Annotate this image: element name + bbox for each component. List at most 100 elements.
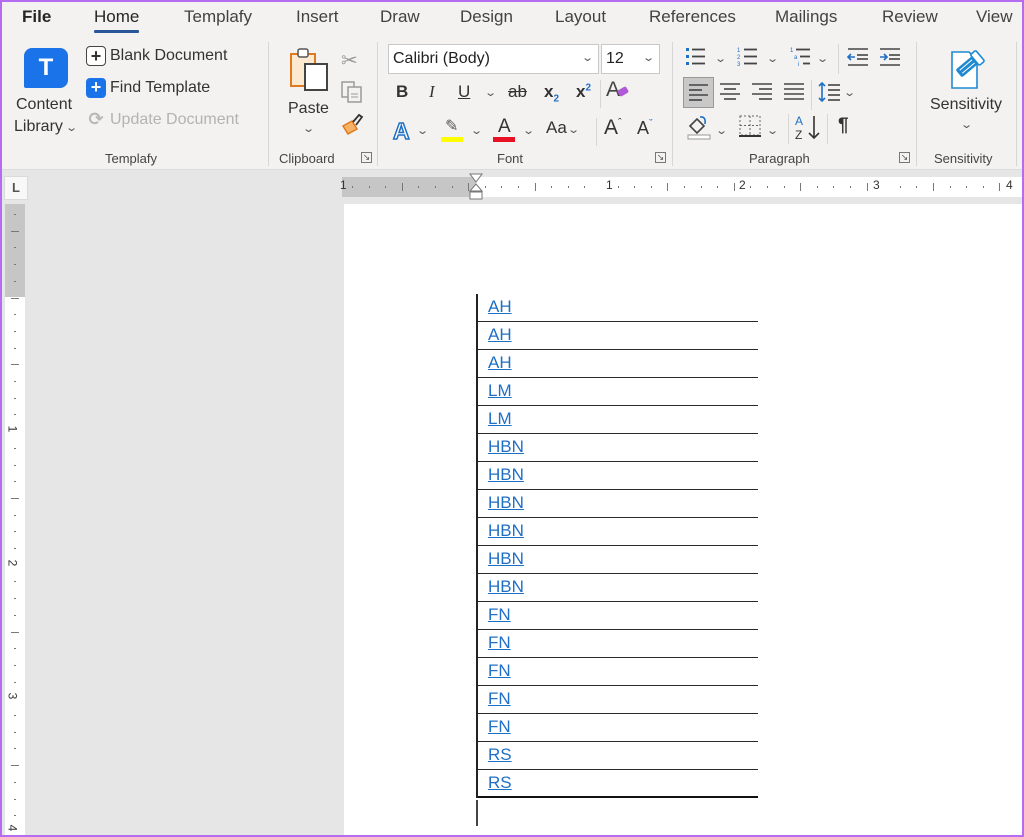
font-name-select[interactable]: Calibri (Body) ⌄ — [388, 44, 599, 74]
font-color-button[interactable]: A — [493, 116, 515, 144]
shading-button[interactable] — [686, 114, 712, 140]
hyperlink[interactable]: FN — [488, 605, 511, 625]
line-spacing-button[interactable] — [818, 78, 842, 106]
sensitivity-button[interactable]: Sensitivity ⌄ — [926, 42, 1008, 138]
tab-selector-button[interactable]: L — [4, 176, 28, 200]
indent-marker-icon[interactable] — [469, 173, 483, 201]
cut-button[interactable]: ✂ — [341, 48, 358, 73]
tab-layout[interactable]: Layout — [555, 7, 606, 27]
bullets-button[interactable] — [685, 46, 709, 68]
align-left-button[interactable] — [683, 77, 714, 108]
underline-button[interactable]: U — [458, 82, 470, 102]
tab-file[interactable]: File — [22, 7, 51, 27]
underline-dropdown-chevron[interactable]: ⌄ — [484, 86, 497, 99]
chevron-down-icon[interactable]: ⌄ — [816, 52, 829, 65]
tab-templafy[interactable]: Templafy — [184, 7, 252, 27]
decrease-indent-button[interactable] — [846, 46, 870, 68]
bold-button[interactable]: B — [396, 82, 408, 102]
hyperlink[interactable]: RS — [488, 773, 512, 793]
tab-mailings[interactable]: Mailings — [775, 7, 837, 27]
ruler-tick — [916, 186, 918, 188]
chevron-down-icon[interactable]: ⌄ — [766, 124, 779, 137]
paragraph-dialog-launcher[interactable] — [899, 152, 910, 163]
highlight-color-swatch — [441, 137, 463, 142]
superscript-button[interactable]: x2 — [576, 82, 591, 102]
strikethrough-button[interactable]: ab — [508, 82, 527, 102]
tab-draw[interactable]: Draw — [380, 7, 420, 27]
tab-view[interactable]: View — [976, 7, 1013, 27]
grow-font-button[interactable]: Aˆ — [604, 116, 622, 140]
hyperlink[interactable]: RS — [488, 745, 512, 765]
ruler-tick — [800, 183, 802, 191]
hyperlink[interactable]: FN — [488, 689, 511, 709]
tab-insert[interactable]: Insert — [296, 7, 339, 27]
sort-button[interactable]: A Z — [794, 112, 822, 142]
ruler-tick — [11, 631, 19, 633]
content-library-button[interactable]: T Content Library ⌄ — [10, 44, 82, 148]
change-case-button[interactable]: Aa⌄ — [546, 118, 580, 138]
italic-button[interactable]: I — [429, 82, 435, 102]
hyperlink[interactable]: FN — [488, 717, 511, 737]
hyperlink[interactable]: HBN — [488, 465, 524, 485]
hyperlink[interactable]: HBN — [488, 493, 524, 513]
ruler-tick — [933, 183, 934, 191]
shrink-font-button[interactable]: Aˇ — [637, 118, 653, 139]
ruler-left-margin — [342, 177, 476, 197]
multilevel-list-button[interactable]: 1ai — [790, 46, 814, 68]
content-library-label-2: Library — [14, 118, 63, 135]
clear-formatting-button[interactable]: A — [606, 78, 630, 102]
align-center-button[interactable] — [718, 78, 742, 106]
hyperlink[interactable]: AH — [488, 353, 512, 373]
text-effects-button[interactable]: A — [392, 117, 410, 145]
chevron-down-icon[interactable]: ⌄ — [714, 52, 727, 65]
find-template-button[interactable]: + Find Template — [86, 78, 210, 98]
hyperlink[interactable]: LM — [488, 381, 512, 401]
chevron-down-icon[interactable]: ⌄ — [843, 86, 856, 99]
hyperlink[interactable]: HBN — [488, 549, 524, 569]
hyperlink[interactable]: FN — [488, 661, 511, 681]
font-color-letter-icon: A — [498, 116, 511, 137]
paste-button[interactable]: Paste ⌄ — [284, 44, 332, 140]
ruler-tick — [717, 186, 719, 188]
svg-text:3: 3 — [737, 62, 741, 68]
hyperlink[interactable]: FN — [488, 633, 511, 653]
marker-icon: ✎ — [445, 118, 459, 135]
table-row: FN — [478, 686, 758, 714]
chevron-down-icon[interactable]: ⌄ — [416, 124, 429, 137]
chevron-down-icon[interactable]: ⌄ — [715, 124, 728, 137]
hyperlink[interactable]: LM — [488, 409, 512, 429]
font-dialog-launcher[interactable] — [655, 152, 666, 163]
hyperlink[interactable]: AH — [488, 325, 512, 345]
tab-review[interactable]: Review — [882, 7, 938, 27]
hyperlink[interactable]: HBN — [488, 577, 524, 597]
format-painter-button[interactable] — [340, 112, 364, 141]
align-right-button[interactable] — [750, 78, 774, 106]
clipboard-dialog-launcher[interactable] — [361, 152, 372, 163]
horizontal-ruler[interactable]: 1 1 2 3 4 — [0, 170, 1024, 204]
tab-references[interactable]: References — [649, 7, 736, 27]
hyperlink[interactable]: AH — [488, 297, 512, 317]
chevron-down-icon[interactable]: ⌄ — [470, 124, 483, 137]
chevron-down-icon[interactable]: ⌄ — [766, 52, 779, 65]
highlight-color-button[interactable]: ✎ — [441, 116, 463, 144]
tab-home[interactable]: Home — [94, 7, 140, 33]
tab-design[interactable]: Design — [460, 7, 513, 27]
ruler-tick — [700, 186, 702, 188]
copy-button[interactable] — [340, 80, 364, 109]
justify-button[interactable] — [782, 78, 806, 106]
hyperlink[interactable]: HBN — [488, 521, 524, 541]
borders-button[interactable] — [738, 114, 762, 138]
blank-document-button[interactable]: + Blank Document — [86, 46, 227, 66]
chevron-down-icon[interactable]: ⌄ — [522, 124, 535, 137]
subscript-button[interactable]: x2 — [544, 82, 559, 104]
decrease-indent-icon — [846, 48, 868, 66]
numbering-button[interactable]: 123 — [737, 46, 761, 68]
vertical-ruler[interactable]: 1 2 3 4 — [0, 204, 30, 837]
chevron-down-icon: ⌄ — [960, 119, 974, 131]
ruler-tick — [783, 186, 785, 188]
show-formatting-marks-button[interactable]: ¶ — [838, 115, 849, 137]
ruler-tick — [11, 497, 19, 499]
hyperlink[interactable]: HBN — [488, 437, 524, 457]
increase-indent-button[interactable] — [878, 46, 902, 68]
font-size-select[interactable]: 12 ⌄ — [601, 44, 660, 74]
